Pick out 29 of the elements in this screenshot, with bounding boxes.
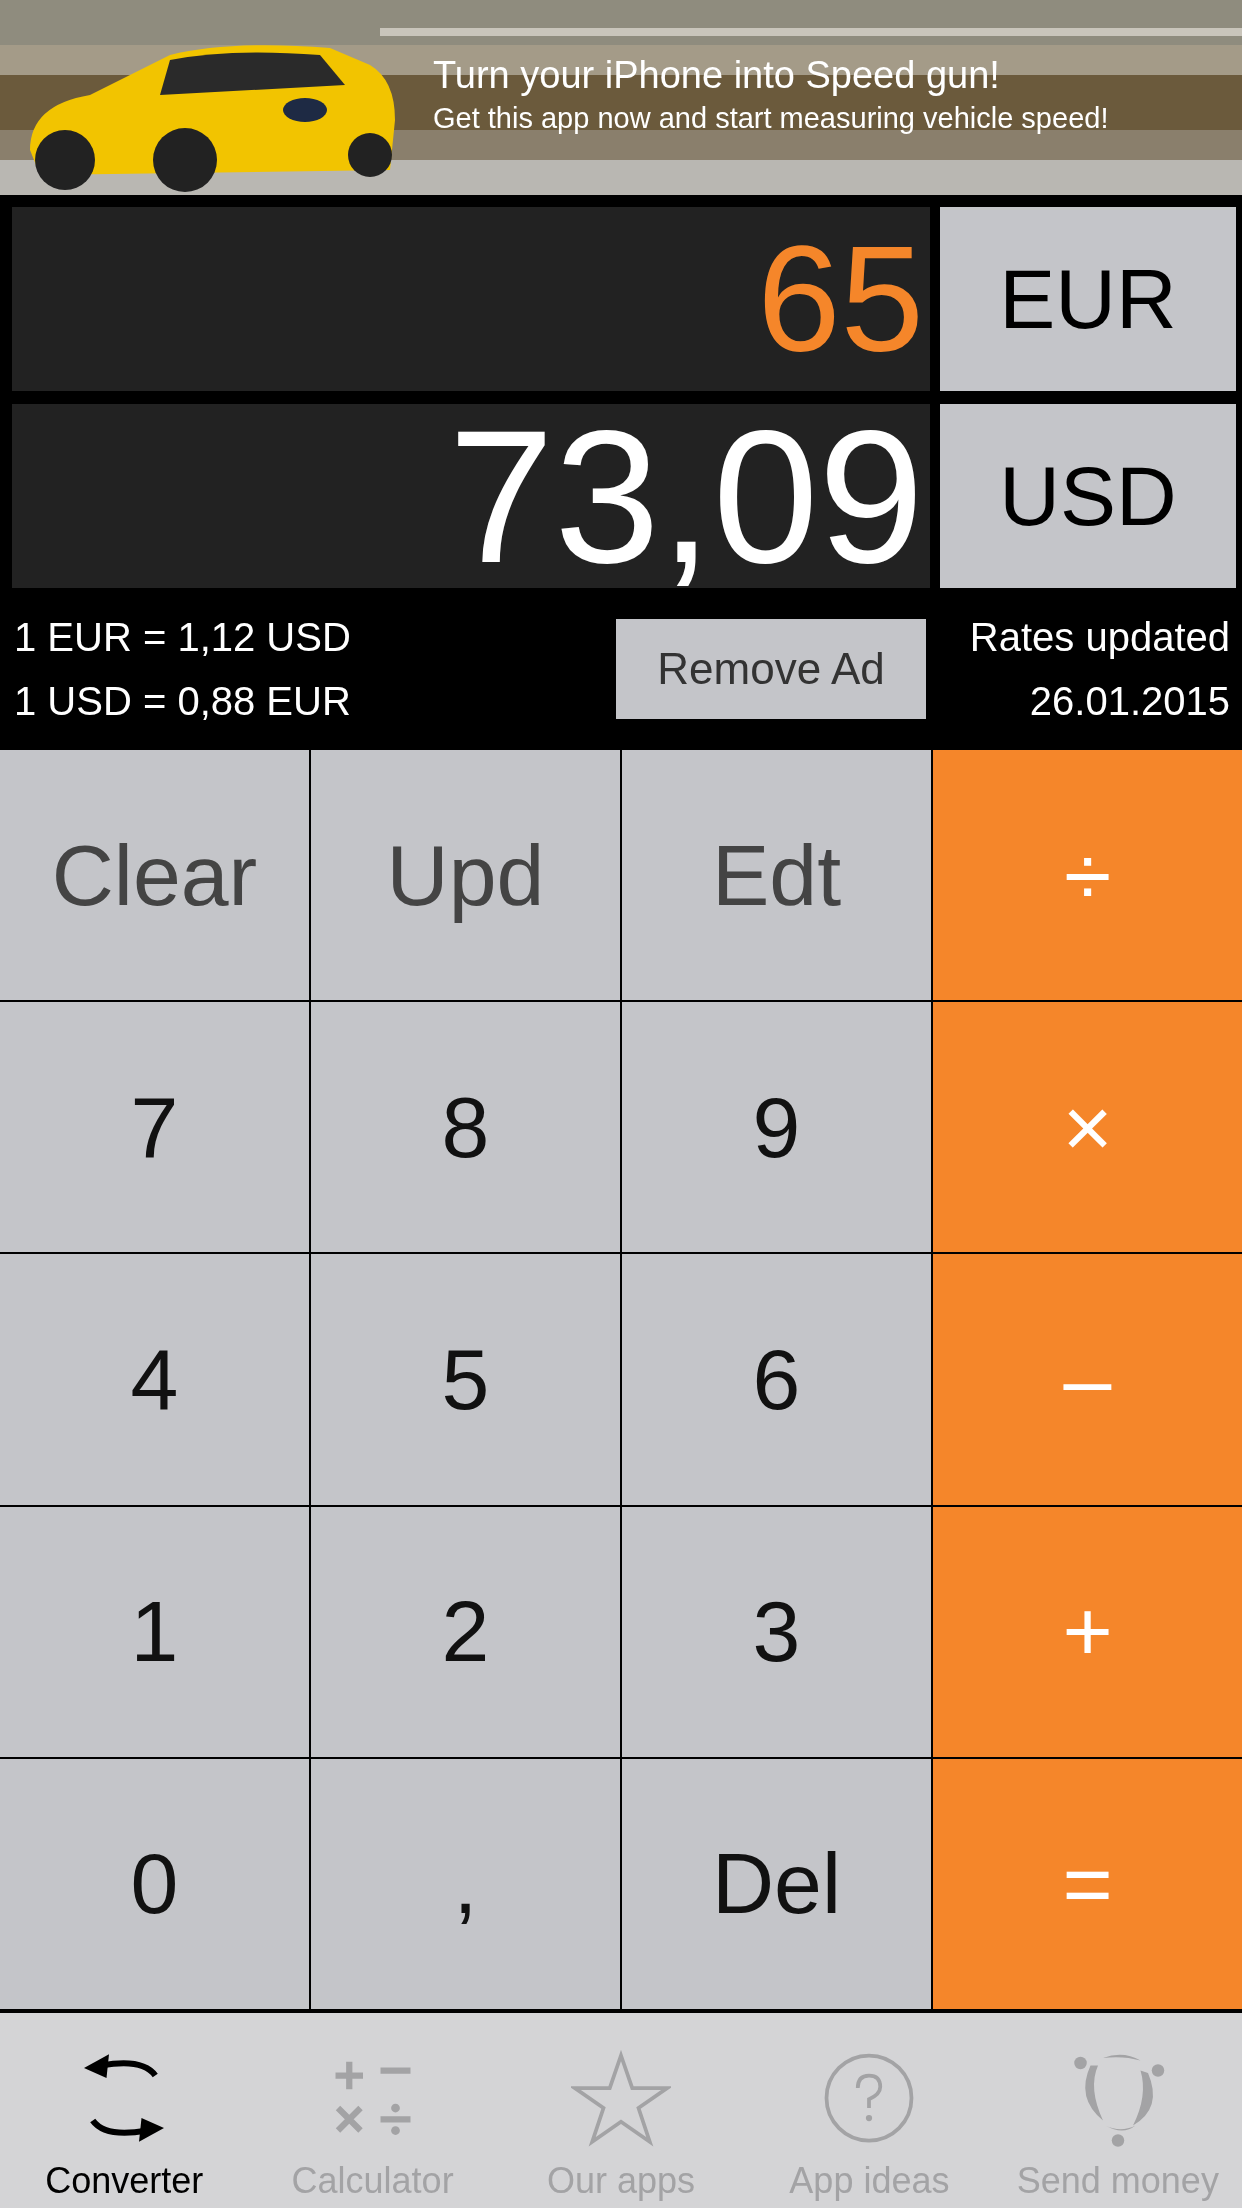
ad-subline: Get this app now and start measuring vehicle speed!: [433, 101, 1109, 136]
keypad-key[interactable]: 5: [311, 1254, 620, 1505]
exchange-rate: 1 EUR = 1,12 USD: [14, 614, 352, 661]
rates-updated-label: Rates updated: [969, 614, 1230, 661]
amount-display[interactable]: 73,09: [12, 404, 930, 588]
tab[interactable]: Converter: [0, 2013, 249, 2208]
rates-updated-date: 26.01.2015: [1029, 678, 1230, 725]
keypad-key[interactable]: Upd: [311, 750, 620, 1001]
keypad-key[interactable]: 3: [622, 1506, 931, 1757]
currency-button[interactable]: USD: [940, 404, 1236, 588]
keypad-key[interactable]: 4: [0, 1254, 309, 1505]
keypad-key[interactable]: Edt: [622, 750, 931, 1001]
keypad-key[interactable]: 6: [622, 1254, 931, 1505]
star-icon: [571, 2048, 671, 2148]
keypad-key[interactable]: Del: [622, 1758, 931, 2009]
keypad-key[interactable]: Clear: [0, 750, 309, 1001]
keypad-key[interactable]: 9: [622, 1002, 931, 1253]
ad-headline: Turn your iPhone into Speed gun!: [433, 53, 1001, 98]
keypad-key[interactable]: 8: [311, 1002, 620, 1253]
keypad-key[interactable]: 7: [0, 1002, 309, 1253]
keypad-key[interactable]: 1: [0, 1506, 309, 1757]
amount-display[interactable]: 65: [12, 207, 930, 391]
keypad-key[interactable]: ,: [311, 1758, 620, 2009]
keypad-key[interactable]: 0: [0, 1758, 309, 2009]
currency-button[interactable]: EUR: [940, 207, 1236, 391]
keypad-key[interactable]: 2: [311, 1506, 620, 1757]
exchange-rate: 1 USD = 0,88 EUR: [14, 678, 352, 725]
ad-banner[interactable]: Turn your iPhone into Speed gun! Get this app now and start measuring vehicle speed!: [0, 0, 1242, 195]
remove-ad-button[interactable]: Remove Ad: [616, 619, 926, 719]
